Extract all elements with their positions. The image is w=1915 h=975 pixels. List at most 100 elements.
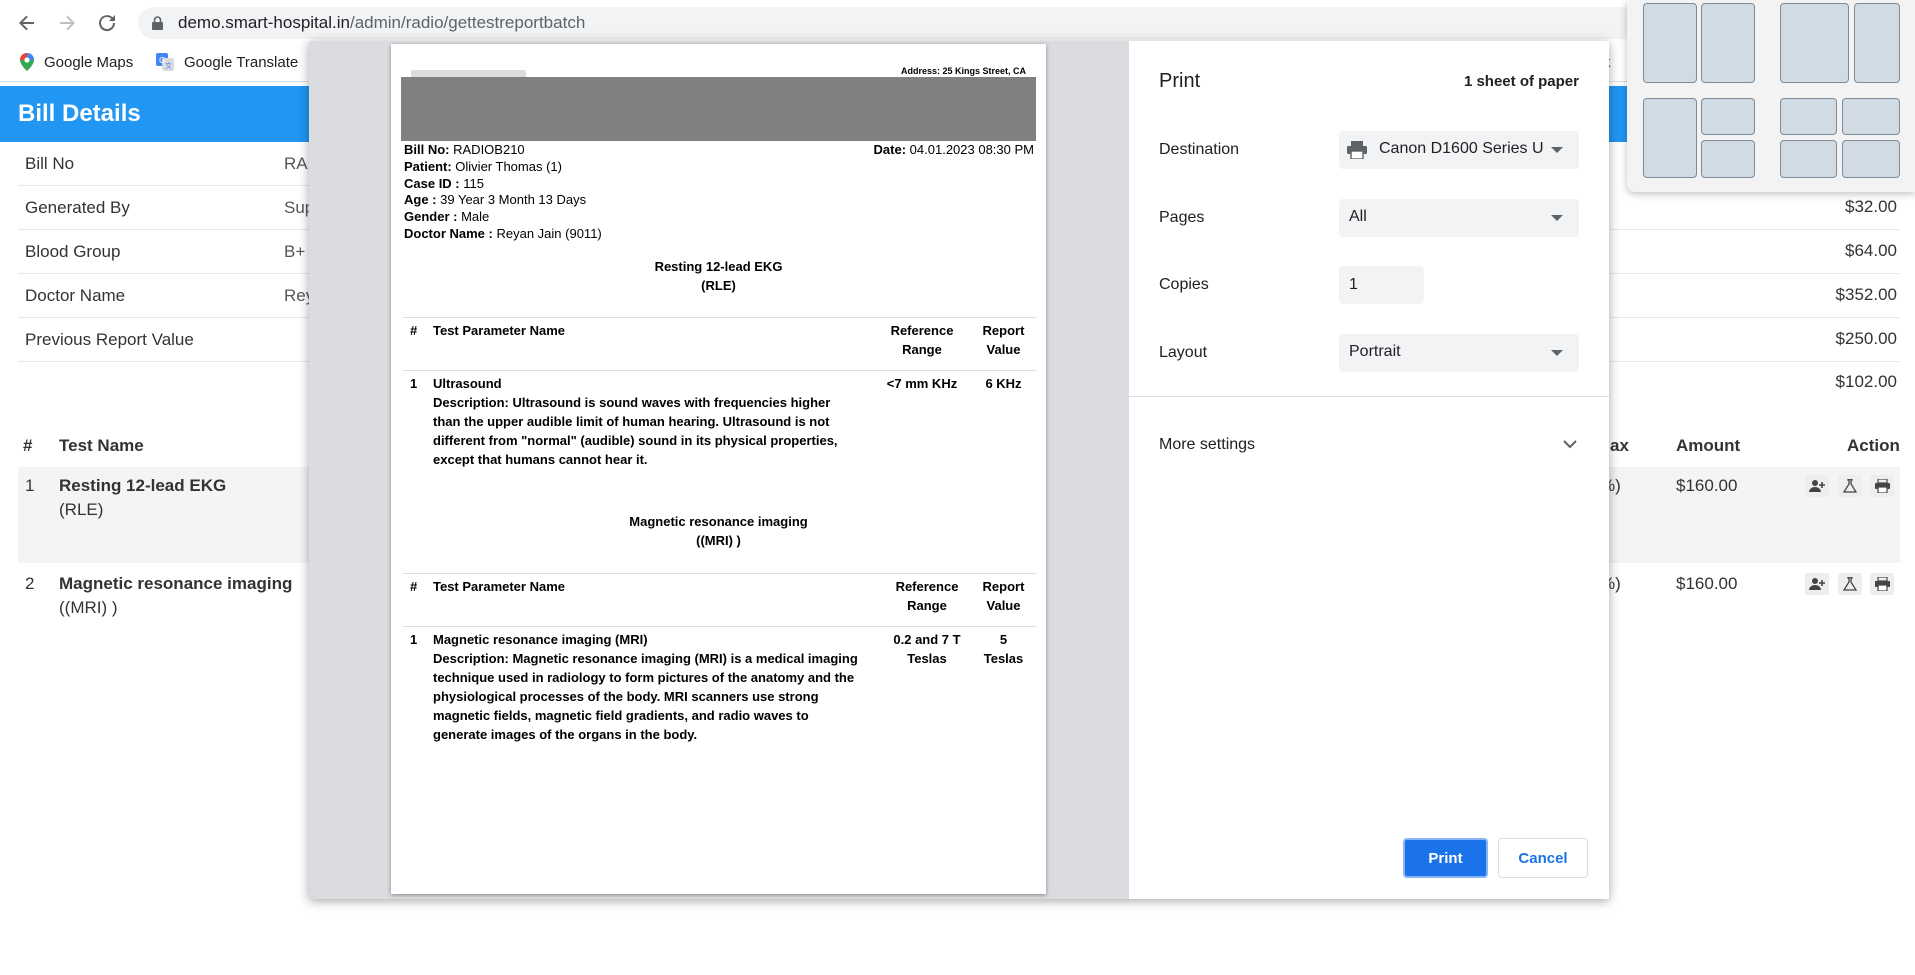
snap-layout-two-thirds-left[interactable] bbox=[1780, 3, 1849, 83]
snap-layout-quad-bottom-right[interactable] bbox=[1842, 140, 1900, 178]
col-header-amount: Amount bbox=[1676, 436, 1741, 455]
printer-icon[interactable] bbox=[1870, 573, 1894, 595]
row-report-value: 5 Teslas bbox=[983, 632, 1024, 666]
copies-label: Copies bbox=[1159, 276, 1209, 293]
destination-label: Destination bbox=[1159, 141, 1240, 158]
summary-amount: $64.00 bbox=[1845, 241, 1897, 260]
row-number: 1 bbox=[25, 476, 35, 495]
map-pin-icon bbox=[20, 53, 34, 71]
snap-layout-bottom-right[interactable] bbox=[1701, 140, 1755, 178]
print-dialog: Address: 25 Kings Street, CA Bill No: RA… bbox=[309, 41, 1609, 899]
row-number: 1 bbox=[410, 632, 418, 647]
page-title: Bill Details bbox=[18, 100, 141, 127]
print-title: Print bbox=[1159, 70, 1201, 92]
row-test-name: Resting 12-lead EKG (RLE) bbox=[59, 476, 227, 519]
svg-text:文: 文 bbox=[165, 61, 172, 70]
back-icon[interactable] bbox=[12, 8, 42, 38]
col-header-reference: Reference Range bbox=[895, 579, 959, 613]
info-row-blood-group: Blood Group B+ bbox=[18, 230, 318, 274]
snap-layout-half-right[interactable] bbox=[1701, 3, 1755, 83]
add-user-icon[interactable] bbox=[1805, 475, 1829, 497]
row-number: 2 bbox=[25, 574, 35, 593]
divider bbox=[403, 573, 1036, 574]
info-row-bill-no: Bill No RAI bbox=[18, 142, 318, 186]
reload-icon[interactable] bbox=[92, 8, 122, 38]
row-reference: 0.2 and 7 T Teslas bbox=[893, 632, 961, 666]
divider bbox=[403, 626, 1036, 627]
col-header-param: Test Parameter Name bbox=[433, 579, 565, 594]
snap-layout-left-column[interactable] bbox=[1643, 98, 1697, 178]
layout-label: Layout bbox=[1159, 344, 1208, 361]
report-banner bbox=[401, 77, 1036, 141]
divider bbox=[403, 370, 1036, 371]
more-settings-toggle[interactable]: More settings bbox=[1159, 431, 1579, 461]
summary-amount: $352.00 bbox=[1835, 285, 1897, 304]
row-number: 1 bbox=[410, 376, 418, 391]
printer-icon[interactable] bbox=[1870, 475, 1894, 497]
address-bar[interactable]: demo.smart-hospital.in/admin/radio/gette… bbox=[138, 7, 1798, 39]
chevron-down-icon bbox=[1563, 440, 1577, 449]
col-header-num: # bbox=[23, 436, 33, 455]
snap-layouts-menu bbox=[1627, 0, 1915, 192]
summary-amount: $102.00 bbox=[1835, 372, 1897, 391]
print-settings-panel: Print 1 sheet of paper Destination Canon… bbox=[1129, 41, 1609, 899]
destination-select[interactable]: Canon D1600 Series U bbox=[1339, 131, 1579, 169]
print-button[interactable]: Print bbox=[1403, 838, 1488, 878]
summary-amount: $250.00 bbox=[1835, 329, 1897, 348]
row-reference: <7 mm KHz bbox=[886, 376, 958, 391]
divider bbox=[403, 317, 1036, 318]
row-parameter: Ultrasound Description: Ultrasound is so… bbox=[433, 376, 838, 467]
snap-layout-quad-top-right[interactable] bbox=[1842, 98, 1900, 135]
col-header-param: Test Parameter Name bbox=[433, 323, 565, 338]
snap-layout-quad-top-left[interactable] bbox=[1780, 98, 1837, 135]
divider bbox=[1610, 317, 1900, 318]
report-patient-meta: Bill No: RADIOB210 Patient: Olivier Thom… bbox=[404, 142, 602, 241]
pages-select[interactable]: All bbox=[1339, 199, 1579, 237]
cancel-button[interactable]: Cancel bbox=[1498, 838, 1588, 878]
divider bbox=[1610, 361, 1900, 362]
lock-icon bbox=[152, 16, 163, 30]
col-header-num: # bbox=[410, 323, 418, 338]
chevron-down-icon bbox=[1551, 350, 1563, 356]
snap-layout-quad-bottom-left[interactable] bbox=[1780, 140, 1837, 178]
row-report-value: 6 KHz bbox=[985, 376, 1022, 391]
row-amount: $160.00 bbox=[1676, 476, 1738, 495]
translate-icon: G文 bbox=[156, 53, 174, 71]
copies-input[interactable] bbox=[1339, 266, 1424, 304]
add-user-icon[interactable] bbox=[1805, 573, 1829, 595]
report-date: Date: 04.01.2023 08:30 PM bbox=[873, 142, 1034, 157]
print-preview-area[interactable]: Address: 25 Kings Street, CA Bill No: RA… bbox=[309, 41, 1129, 899]
divider bbox=[1129, 396, 1609, 397]
col-header-report-value: Report Value bbox=[982, 323, 1025, 357]
chevron-down-icon bbox=[1551, 147, 1563, 153]
printer-icon bbox=[1347, 141, 1367, 159]
bookmark-google-translate[interactable]: G文 Google Translate bbox=[156, 53, 298, 71]
snap-layout-half-left[interactable] bbox=[1643, 3, 1697, 83]
info-row-doctor-name: Doctor Name Rey bbox=[18, 274, 318, 318]
divider bbox=[1610, 273, 1900, 274]
section-title: Resting 12-lead EKG (RLE) bbox=[654, 259, 783, 293]
flask-icon[interactable] bbox=[1838, 573, 1862, 595]
snap-layout-one-third-right[interactable] bbox=[1854, 3, 1900, 83]
col-header-test-name: Test Name bbox=[59, 436, 144, 455]
row-parameter: Magnetic resonance imaging (MRI) Descrip… bbox=[433, 632, 858, 742]
forward-icon[interactable] bbox=[52, 8, 82, 38]
col-header-report-value: Report Value bbox=[982, 579, 1025, 613]
url-text: demo.smart-hospital.in/admin/radio/gette… bbox=[178, 13, 586, 32]
col-header-reference: Reference Range bbox=[890, 323, 954, 357]
col-header-num: # bbox=[410, 579, 418, 594]
section-title: Magnetic resonance imaging ((MRI) ) bbox=[629, 514, 808, 548]
pages-label: Pages bbox=[1159, 209, 1205, 226]
summary-amount: $32.00 bbox=[1845, 197, 1897, 216]
flask-icon[interactable] bbox=[1838, 475, 1862, 497]
row-test-name: Magnetic resonance imaging ((MRI) ) bbox=[59, 574, 293, 617]
snap-layout-top-right[interactable] bbox=[1701, 98, 1755, 135]
chevron-down-icon bbox=[1551, 215, 1563, 221]
col-header-tax: ax bbox=[1610, 436, 1629, 455]
divider bbox=[1610, 229, 1900, 230]
col-header-action: Action bbox=[1847, 436, 1900, 455]
info-row-generated-by: Generated By Sup bbox=[18, 186, 318, 230]
bookmark-google-maps[interactable]: Google Maps bbox=[20, 53, 133, 71]
row-amount: $160.00 bbox=[1676, 574, 1738, 593]
layout-select[interactable]: Portrait bbox=[1339, 334, 1579, 372]
